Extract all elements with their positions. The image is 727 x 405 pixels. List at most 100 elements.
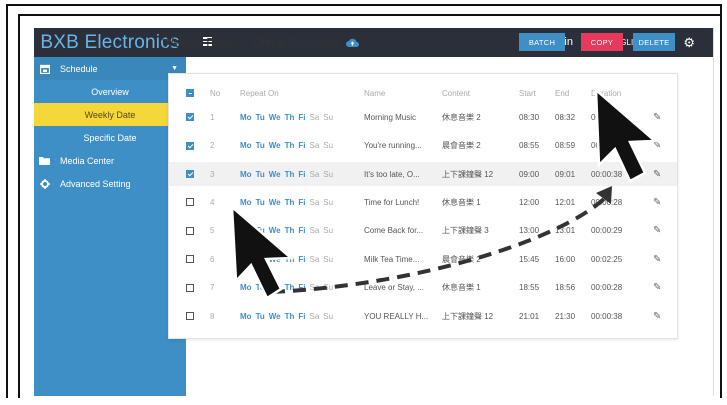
repeat-days: Mo Tu We Th Fi Sa Su bbox=[240, 275, 337, 300]
cloud-upload-icon[interactable] bbox=[345, 36, 359, 50]
row-checkbox-cell bbox=[186, 133, 194, 158]
day-tu: Tu bbox=[255, 311, 265, 321]
sidebar-item-label: Schedule bbox=[60, 63, 98, 74]
edit-pencil-icon[interactable]: ✎ bbox=[653, 304, 661, 329]
start-time: 08:30 bbox=[519, 112, 540, 122]
sidebar-item-media-center[interactable]: Media Center ▶ bbox=[34, 149, 186, 172]
table-row[interactable]: 2 Mo Tu We Th Fi Sa Su You're running... 晨會音樂 2 08… bbox=[169, 133, 677, 158]
select-all-checkbox[interactable] bbox=[186, 89, 194, 98]
table-row[interactable]: 3 Mo Tu We Th Fi Sa Su It's too late, O... 上下課鐘聲 … bbox=[169, 161, 677, 187]
edit-pencil-icon[interactable]: ✎ bbox=[653, 275, 661, 300]
end-time: 09:01 bbox=[555, 169, 576, 179]
schedule-name: Come Back for... bbox=[364, 226, 424, 236]
duration: 00:00:28 bbox=[591, 283, 623, 293]
repeat-days: Mo Tu We Th Fi Sa Su bbox=[240, 162, 337, 187]
day-mo: Mo bbox=[240, 197, 252, 207]
schedule-content: 休息音樂 1 bbox=[442, 283, 481, 293]
day-fi: Fi bbox=[298, 311, 306, 321]
table-row[interactable]: 6 Mo Tu We Th Fi Sa Su Milk Tea Time... 晨會音樂 2 15:… bbox=[169, 247, 677, 272]
batch-button[interactable]: BATCH bbox=[519, 33, 565, 51]
day-mo: Mo bbox=[240, 226, 252, 236]
row-number: 1 bbox=[210, 112, 215, 122]
schedule-content: 晨會音樂 2 bbox=[442, 141, 481, 151]
sidebar-item-advanced-setting[interactable]: Advanced Setting ▶ bbox=[34, 172, 186, 195]
start-time: 09:00 bbox=[519, 169, 540, 179]
schedule-table: No Repeat On Name Content Start End Dura… bbox=[168, 73, 678, 339]
day-su: Su bbox=[323, 311, 334, 321]
header-duration: Duration bbox=[591, 88, 622, 98]
gear-icon bbox=[39, 178, 50, 189]
row-checkbox[interactable] bbox=[186, 312, 194, 321]
row-checkbox[interactable] bbox=[186, 226, 194, 235]
table-row[interactable]: 7 Mo Tu We Th Fi Sa Su Leave or Stay, ... 休息音樂 1 1… bbox=[169, 275, 677, 300]
day-fi: Fi bbox=[298, 254, 306, 264]
row-checkbox-cell bbox=[186, 190, 194, 215]
end-time: 18:56 bbox=[555, 283, 576, 293]
breadcrumb: Weekly Date > Office Schedule bbox=[162, 36, 359, 50]
repeat-days: Mo Tu We Th Fi Sa Su bbox=[240, 133, 337, 158]
copy-button[interactable]: COPY bbox=[581, 33, 623, 51]
table-row[interactable]: 1 Mo Tu We Th Fi Sa Su Morning Music 休息音樂 2 08:30 0… bbox=[169, 105, 677, 130]
day-mo: Mo bbox=[240, 311, 252, 321]
start-time: 21:01 bbox=[519, 311, 540, 321]
schedule-name: Time for Lunch! bbox=[364, 197, 420, 207]
sidebar-subitem-weekly-date[interactable]: Weekly Date bbox=[34, 103, 186, 126]
schedule-content: 休息音樂 1 bbox=[442, 197, 481, 207]
table-row[interactable]: 4 Mo Tu We Th Fi Sa Su Time for Lunch! 休息音樂 1 12:0… bbox=[169, 190, 677, 215]
table-row[interactable]: 8 Mo Tu We Th Fi Sa Su YOU REALLY H... 上下課鐘聲 12 21… bbox=[169, 304, 677, 329]
day-fi: Fi bbox=[298, 169, 306, 179]
day-tu: Tu bbox=[255, 169, 265, 179]
row-checkbox[interactable] bbox=[186, 113, 194, 122]
calendar-icon bbox=[39, 63, 50, 74]
day-fi: Fi bbox=[298, 197, 306, 207]
sidebar-item-label: Advanced Setting bbox=[60, 178, 131, 189]
end-time: 21:30 bbox=[555, 311, 576, 321]
settings-gear-icon[interactable]: ⚙ bbox=[683, 35, 695, 51]
row-checkbox[interactable] bbox=[186, 141, 194, 150]
row-checkbox[interactable] bbox=[186, 283, 194, 292]
row-checkbox[interactable] bbox=[186, 255, 194, 264]
duration: 00:00:38 bbox=[591, 311, 623, 321]
row-number: 8 bbox=[210, 311, 215, 321]
day-mo: Mo bbox=[240, 169, 252, 179]
breadcrumb-current: Office Schedule bbox=[251, 36, 340, 50]
day-tu: Tu bbox=[255, 141, 265, 151]
edit-pencil-icon[interactable]: ✎ bbox=[653, 247, 661, 272]
day-th: Th bbox=[284, 226, 295, 236]
row-checkbox-cell bbox=[186, 247, 194, 272]
sidebar-item-label: Media Center bbox=[60, 155, 115, 166]
day-sa: Sa bbox=[309, 226, 320, 236]
duration: 00:00:38 bbox=[591, 169, 623, 179]
sidebar-menu: Schedule ▼ Overview Weekly Date Specific… bbox=[34, 57, 186, 195]
schedule-name: You're running... bbox=[364, 141, 422, 151]
end-time: 12:01 bbox=[555, 197, 576, 207]
edit-pencil-icon[interactable]: ✎ bbox=[653, 162, 661, 187]
day-tu: Tu bbox=[255, 112, 265, 122]
table-row[interactable]: 5 Mo Tu We Th Fi Sa Su Come Back for... 上下課鐘聲 3 13… bbox=[169, 219, 677, 244]
row-number: 6 bbox=[210, 254, 215, 264]
folder-icon bbox=[39, 155, 50, 166]
header-name: Name bbox=[364, 88, 386, 98]
edit-pencil-icon[interactable]: ✎ bbox=[653, 105, 661, 130]
delete-button[interactable]: DELETE bbox=[633, 33, 675, 51]
day-mo: Mo bbox=[240, 141, 252, 151]
edit-pencil-icon[interactable]: ✎ bbox=[653, 190, 661, 215]
row-checkbox-cell bbox=[186, 304, 194, 329]
start-time: 08:55 bbox=[519, 141, 540, 151]
edit-pencil-icon[interactable]: ✎ bbox=[653, 133, 661, 158]
row-checkbox[interactable] bbox=[186, 198, 194, 207]
row-number: 5 bbox=[210, 226, 215, 236]
sidebar-item-schedule[interactable]: Schedule ▼ bbox=[34, 57, 186, 80]
row-checkbox[interactable] bbox=[186, 170, 194, 179]
schedule-content: 上下課鐘聲 3 bbox=[442, 226, 489, 236]
day-tu: Tu bbox=[255, 226, 265, 236]
edit-pencil-icon[interactable]: ✎ bbox=[653, 219, 661, 244]
sidebar-subitem-specific-date[interactable]: Specific Date bbox=[34, 126, 186, 149]
schedule-content: 休息音樂 2 bbox=[442, 112, 481, 122]
breadcrumb-parent[interactable]: Weekly Date bbox=[162, 36, 233, 50]
end-time: 16:00 bbox=[555, 254, 576, 264]
day-tu: Tu bbox=[255, 197, 265, 207]
header-content: Content bbox=[442, 88, 471, 98]
day-th: Th bbox=[284, 311, 295, 321]
sidebar-subitem-overview[interactable]: Overview bbox=[34, 80, 186, 103]
